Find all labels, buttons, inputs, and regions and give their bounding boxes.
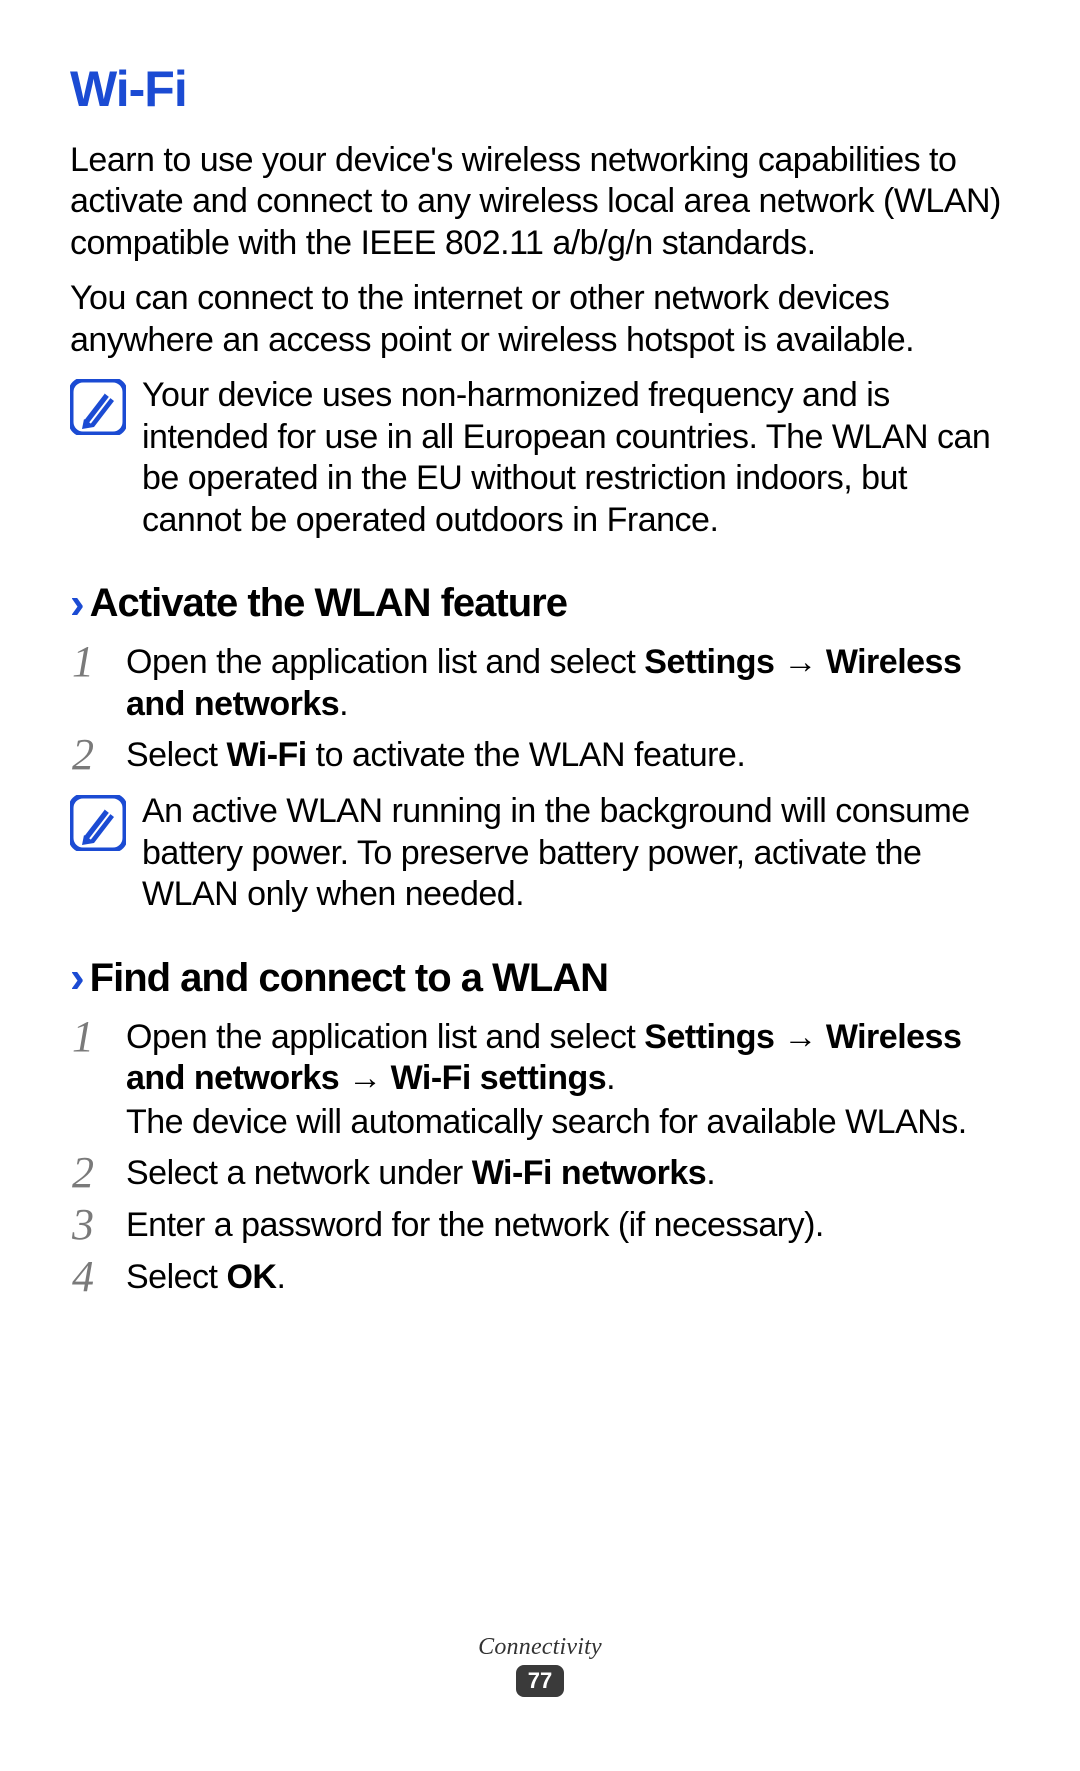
step-s1-2: 2 Select Wi-Fi to activate the WLAN feat… [70, 733, 1010, 777]
step-s2-3: 3 Enter a password for the network (if n… [70, 1203, 1010, 1247]
step-s1-1: 1 Open the application list and select S… [70, 640, 1010, 725]
bold-ok: OK [226, 1258, 276, 1296]
subheading-find-connect: › Find and connect to a WLAN [70, 956, 1010, 1001]
text-fragment: Open the application list and select [126, 643, 644, 681]
step-number: 3 [70, 1203, 126, 1247]
footer-section-label: Connectivity [0, 1634, 1080, 1661]
bold-wifi: Wi-Fi [226, 736, 306, 774]
step-subtext: The device will automatically search for… [126, 1102, 1010, 1143]
step-text: Select a network under Wi-Fi networks. [126, 1151, 1010, 1194]
text-fragment: Open the application list and select [126, 1018, 644, 1056]
step-number: 2 [70, 733, 126, 777]
step-number: 1 [70, 1015, 126, 1059]
page-number-badge: 77 [516, 1665, 564, 1697]
note-text-1: Your device uses non-harmonized frequenc… [142, 375, 1010, 541]
text-fragment: . [706, 1154, 715, 1192]
chevron-icon: › [70, 582, 84, 626]
step-number: 4 [70, 1255, 126, 1299]
note-block-2: An active WLAN running in the background… [70, 791, 1010, 915]
bold-wifi-networks: Wi-Fi networks [472, 1154, 707, 1192]
subheading-activate: › Activate the WLAN feature [70, 581, 1010, 626]
text-fragment: . [339, 685, 348, 723]
step-text: Select Wi-Fi to activate the WLAN featur… [126, 733, 1010, 776]
step-s2-4: 4 Select OK. [70, 1255, 1010, 1299]
text-fragment: Select [126, 1258, 226, 1296]
step-number: 2 [70, 1151, 126, 1195]
subheading-find-connect-text: Find and connect to a WLAN [90, 956, 608, 1001]
bold-settings: Settings [644, 1018, 774, 1056]
bold-wifi-settings: Wi-Fi settings [391, 1059, 607, 1097]
page-title: Wi-Fi [70, 60, 1010, 118]
step-s2-1: 1 Open the application list and select S… [70, 1015, 1010, 1143]
step-s2-2: 2 Select a network under Wi-Fi networks. [70, 1151, 1010, 1195]
note-icon [70, 795, 126, 851]
text-fragment: Select [126, 736, 226, 774]
bold-settings: Settings [644, 643, 774, 681]
note-icon [70, 379, 126, 435]
text-fragment: to activate the WLAN feature. [307, 736, 746, 774]
text-fragment: Select a network under [126, 1154, 472, 1192]
page-footer: Connectivity 77 [0, 1634, 1080, 1697]
step-text: Open the application list and select Set… [126, 1015, 1010, 1143]
chevron-icon: › [70, 956, 84, 1000]
step-number: 1 [70, 640, 126, 684]
arrow-icon: → [774, 643, 825, 681]
arrow-icon: → [774, 1018, 825, 1056]
note-block-1: Your device uses non-harmonized frequenc… [70, 375, 1010, 541]
step-text: Open the application list and select Set… [126, 640, 1010, 725]
arrow-icon: → [339, 1059, 390, 1097]
step-text: Enter a password for the network (if nec… [126, 1203, 1010, 1246]
document-page: Wi-Fi Learn to use your device's wireles… [0, 0, 1080, 1771]
note-text-2: An active WLAN running in the background… [142, 791, 1010, 915]
intro-paragraph-2: You can connect to the internet or other… [70, 278, 1010, 361]
subheading-activate-text: Activate the WLAN feature [90, 581, 567, 626]
step-text: Select OK. [126, 1255, 1010, 1298]
intro-paragraph-1: Learn to use your device's wireless netw… [70, 140, 1010, 264]
text-fragment: . [606, 1059, 615, 1097]
text-fragment: . [276, 1258, 285, 1296]
